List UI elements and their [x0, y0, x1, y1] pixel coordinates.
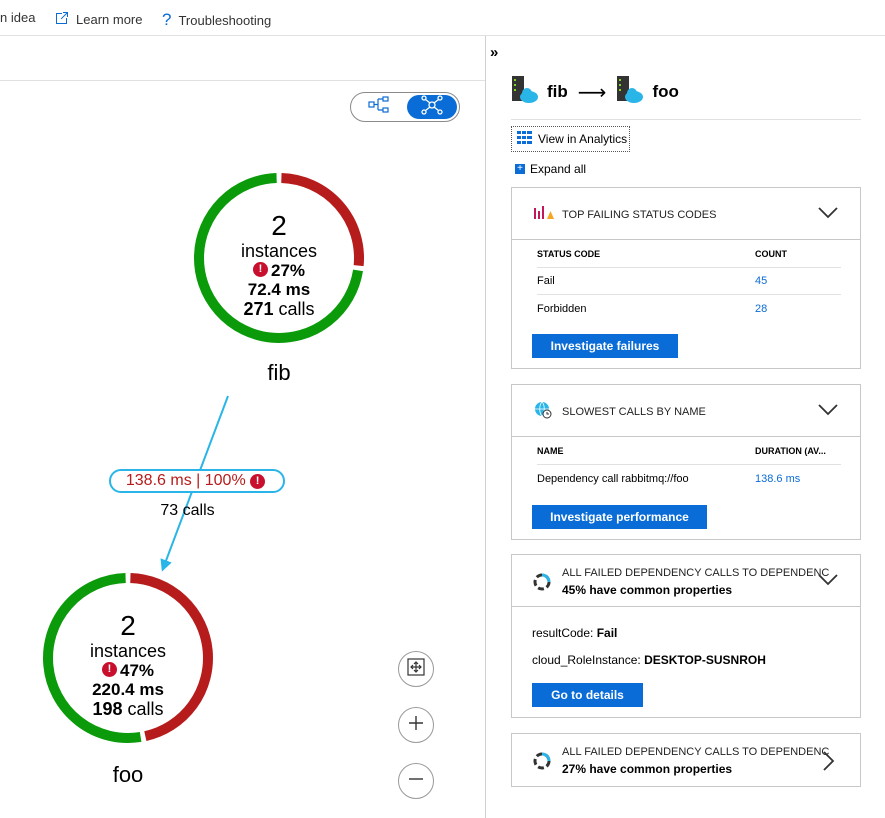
- investigate-performance-button[interactable]: Investigate performance: [532, 505, 707, 529]
- pane-divider[interactable]: [485, 36, 486, 818]
- fit-to-screen-button[interactable]: [398, 651, 434, 687]
- card-header[interactable]: TOP FAILING STATUS CODES: [512, 188, 860, 240]
- error-icon: !: [101, 662, 117, 678]
- column-header: NAME: [537, 446, 564, 456]
- instances-count: 2: [120, 610, 136, 641]
- table-row[interactable]: Forbidden 28: [537, 295, 841, 322]
- card-failed-dependency-calls-1: ALL FAILED DEPENDENCY CALLS TO DEPENDENC…: [511, 554, 861, 718]
- slowest-calls-table: NAME DURATION (AV... Dependency call rab…: [537, 438, 841, 492]
- card-top-failing-status-codes: TOP FAILING STATUS CODES STATUS CODE COU…: [511, 187, 861, 369]
- go-to-details-button[interactable]: Go to details: [532, 683, 643, 707]
- expand-all-label: Expand all: [530, 162, 587, 176]
- card-subtitle: 27% have common properties: [562, 762, 733, 776]
- avg-duration: 72.4 ms: [247, 280, 311, 300]
- route-target: foo: [652, 82, 679, 101]
- zoom-in-button[interactable]: [398, 707, 434, 743]
- column-header: STATUS CODE: [537, 249, 601, 259]
- plus-icon: +: [515, 164, 525, 174]
- bar-chart-warning-icon: [534, 205, 554, 226]
- table-row[interactable]: Dependency call rabbitmq://foo 138.6 ms: [537, 465, 841, 492]
- card-slowest-calls: SLOWEST CALLS BY NAME NAME DURATION (AV.…: [511, 384, 861, 540]
- card-header[interactable]: ALL FAILED DEPENDENCY CALLS TO DEPENDENC…: [512, 555, 860, 607]
- card-title: TOP FAILING STATUS CODES: [562, 209, 717, 221]
- card-subtitle: 45% have common properties: [562, 583, 733, 597]
- chevron-down-icon[interactable]: [818, 206, 838, 225]
- analytics-label: View in Analytics: [538, 132, 628, 146]
- table-row[interactable]: Fail 45: [537, 268, 841, 295]
- column-header: DURATION (AV...: [755, 446, 826, 456]
- analytics-grid-icon: [517, 130, 532, 148]
- edge-metrics-badge[interactable]: 138.6 ms | 100% !: [109, 469, 285, 493]
- route-source: fib: [547, 82, 568, 101]
- error-icon: !: [250, 473, 266, 489]
- node-name-fib[interactable]: fib: [239, 360, 319, 386]
- chevron-right-icon[interactable]: [822, 751, 836, 776]
- instances-count: 2: [271, 210, 287, 241]
- fit-to-screen-icon: [407, 655, 425, 683]
- chevron-down-icon[interactable]: [818, 403, 838, 422]
- instances-label: instances: [89, 641, 167, 661]
- table-header: STATUS CODE COUNT: [537, 241, 841, 268]
- node-fib-stats[interactable]: 2 instances ! 27% 72.4 ms 271 calls: [219, 210, 339, 320]
- call-count: 198 calls: [92, 699, 164, 720]
- chevron-down-icon[interactable]: [818, 573, 838, 592]
- status-code-table: STATUS CODE COUNT Fail 45 Forbidden 28: [537, 241, 841, 322]
- zoom-out-icon: [407, 767, 425, 795]
- property-role-instance: cloud_RoleInstance: DESKTOP-SUSNROH: [532, 653, 766, 667]
- failure-rate: ! 47%: [68, 662, 188, 679]
- node-name-foo[interactable]: foo: [88, 762, 168, 788]
- card-header[interactable]: SLOWEST CALLS BY NAME: [512, 385, 860, 437]
- card-title: ALL FAILED DEPENDENCY CALLS TO DEPENDENC: [562, 746, 830, 758]
- application-map-pane: 2 instances ! 27% 72.4 ms 271 calls fib 1…: [0, 0, 485, 799]
- right-arrow-icon: ⟶: [577, 81, 607, 104]
- instances-label: instances: [240, 241, 318, 261]
- column-header: COUNT: [755, 249, 787, 259]
- globe-speed-icon: [534, 401, 552, 424]
- loading-ring-icon: [532, 572, 552, 597]
- route-divider: [511, 119, 861, 120]
- failure-rate: ! 27%: [219, 262, 339, 279]
- collapse-panel-button[interactable]: »: [490, 44, 498, 61]
- avg-duration: 220.4 ms: [92, 680, 164, 700]
- view-in-analytics-button[interactable]: View in Analytics: [511, 126, 630, 152]
- node-foo-stats[interactable]: 2 instances ! 47% 220.4 ms 198 calls: [68, 610, 188, 720]
- zoom-in-icon: [407, 711, 425, 739]
- edge-call-count: 73 calls: [160, 502, 215, 519]
- zoom-out-button[interactable]: [398, 763, 434, 799]
- server-cloud-icon: [511, 75, 539, 110]
- card-title: ALL FAILED DEPENDENCY CALLS TO DEPENDENC: [562, 567, 830, 579]
- investigate-failures-button[interactable]: Investigate failures: [532, 334, 678, 358]
- loading-ring-icon: [532, 751, 552, 776]
- dependency-route-header: fib ⟶ foo: [511, 75, 679, 109]
- call-count: 271 calls: [243, 299, 315, 320]
- table-header: NAME DURATION (AV...: [537, 438, 841, 465]
- error-icon: !: [252, 262, 268, 278]
- card-failed-dependency-calls-2[interactable]: ALL FAILED DEPENDENCY CALLS TO DEPENDENC…: [511, 733, 861, 787]
- edge-failure-rate: 100%: [204, 472, 246, 489]
- server-cloud-icon: [616, 75, 644, 110]
- property-result-code: resultCode: Fail: [532, 626, 618, 640]
- expand-all-button[interactable]: + Expand all: [515, 162, 586, 176]
- edge-duration: 138.6 ms: [125, 472, 192, 489]
- card-title: SLOWEST CALLS BY NAME: [562, 406, 706, 418]
